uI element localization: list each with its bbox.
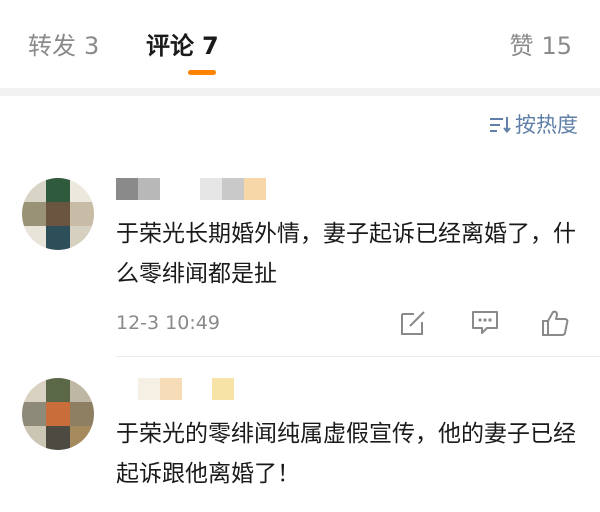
avatar[interactable]: [22, 178, 94, 250]
tab-comment-label: 评论: [146, 32, 194, 60]
sort-lines-icon: [490, 117, 511, 133]
active-tab-indicator: [188, 70, 216, 75]
tab-like-count: 15: [541, 32, 572, 60]
tab-repost[interactable]: 转发 3: [28, 24, 99, 68]
comment-divider: [116, 356, 600, 357]
comment-actions: [0, 308, 600, 342]
comment-item: 于荣光的零绯闻纯属虚假宣传，他的妻子已经起诉跟他离婚了！: [0, 370, 600, 512]
tab-comment-count: 7: [202, 32, 219, 60]
username-mosaic[interactable]: [116, 178, 266, 202]
tab-comment[interactable]: 评论 7: [146, 24, 219, 68]
tab-repost-count: 3: [84, 32, 100, 60]
sort-by-hot-button[interactable]: 按热度: [489, 106, 578, 142]
tab-repost-label: 转发: [28, 32, 76, 60]
section-divider: [0, 88, 600, 96]
share-edit-icon[interactable]: [398, 308, 428, 338]
thumbs-up-icon[interactable]: [540, 308, 570, 338]
avatar[interactable]: [22, 378, 94, 450]
comment-text: 于荣光的零绯闻纯属虚假宣传，他的妻子已经起诉跟他离婚了！: [116, 421, 576, 487]
tab-bar: 转发 3 评论 7 赞 15: [0, 0, 600, 88]
comment-bubble-icon[interactable]: [470, 308, 500, 338]
username-mosaic[interactable]: [116, 378, 234, 402]
tab-like-label: 赞: [509, 32, 534, 60]
sort-label: 按热度: [515, 113, 578, 137]
comment-text: 于荣光长期婚外情，妻子起诉已经离婚了，什么零绯闻都是扯: [116, 221, 576, 287]
comment-item: 于荣光长期婚外情，妻子起诉已经离婚了，什么零绯闻都是扯 12-3 10:49: [0, 170, 600, 357]
tab-like[interactable]: 赞 15: [509, 24, 572, 68]
comments-page: 转发 3 评论 7 赞 15 按热度 于荣光长期婚外情，妻子起诉已经离婚了，什么…: [0, 0, 600, 512]
